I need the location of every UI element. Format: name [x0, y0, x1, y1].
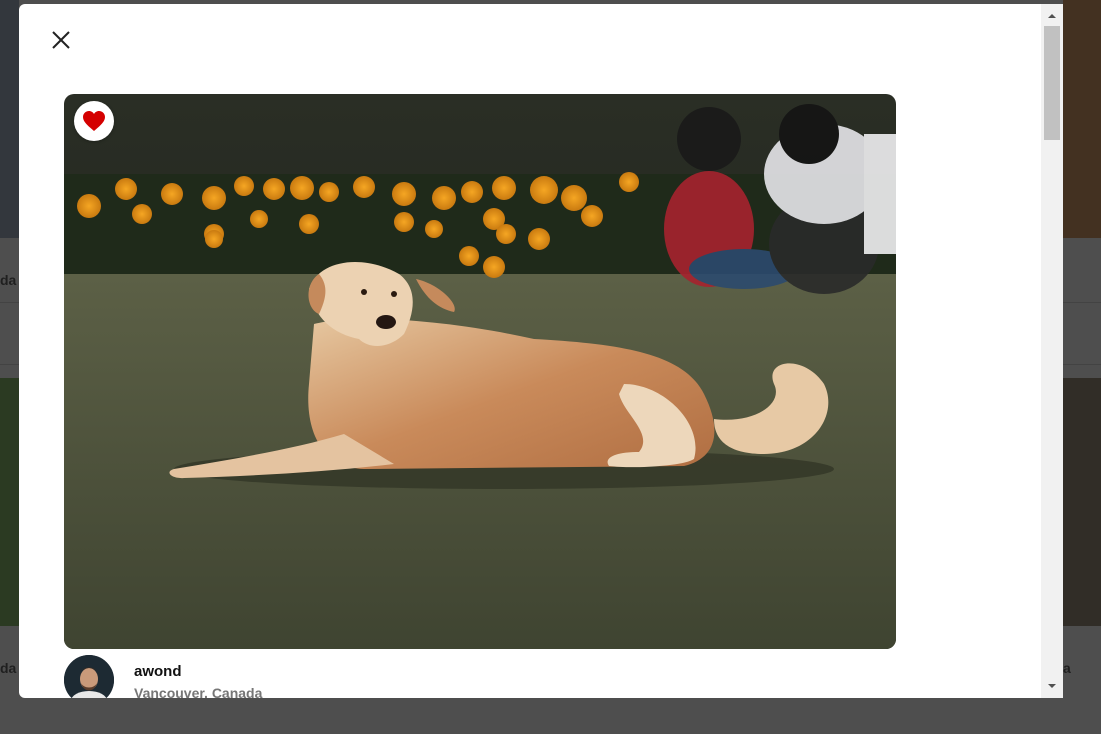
dog-photo	[64, 94, 896, 649]
author-location: Vancouver, Canada	[134, 685, 263, 698]
author-meta: awond Vancouver, Canada	[134, 663, 262, 698]
scroll-thumb[interactable]	[1044, 26, 1060, 140]
chevron-up-icon	[1048, 14, 1056, 18]
scroll-down-button[interactable]	[1041, 676, 1063, 696]
chevron-down-icon	[1048, 684, 1056, 688]
scrollbar[interactable]	[1041, 4, 1063, 698]
close-icon	[52, 31, 70, 49]
like-button[interactable]	[74, 101, 114, 141]
photo-modal: awond Vancouver, Canada	[19, 4, 1041, 698]
author-name[interactable]: awond	[134, 663, 262, 681]
avatar[interactable]	[64, 655, 114, 698]
close-button[interactable]	[47, 26, 75, 54]
photo-image[interactable]	[64, 94, 896, 649]
scroll-up-button[interactable]	[1041, 6, 1063, 26]
heart-icon	[83, 111, 105, 131]
author-avatar-image	[64, 655, 114, 698]
author-info: awond Vancouver, Canada	[64, 655, 262, 698]
